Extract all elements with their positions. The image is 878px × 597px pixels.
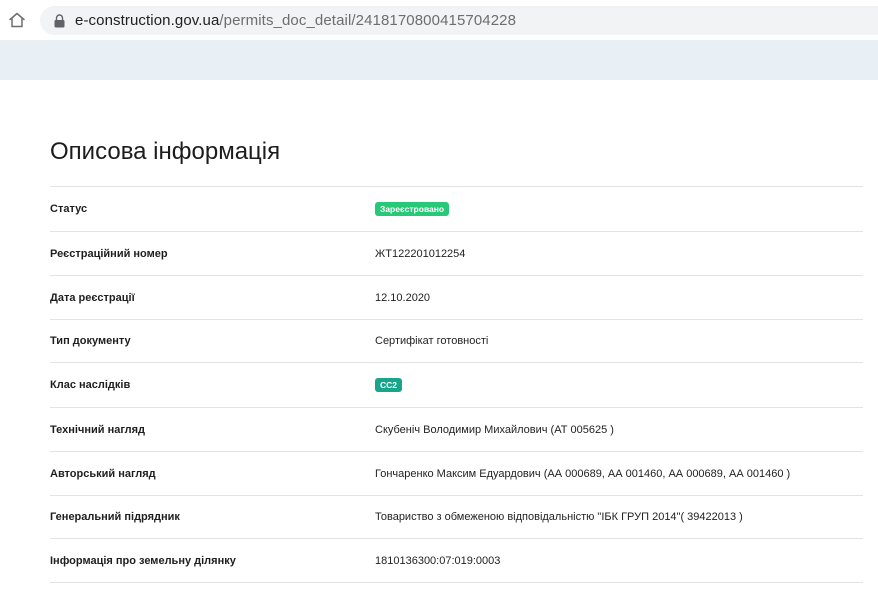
table-row-technical-supervision: Технічний нагляд Скубеніч Володимир Миха… bbox=[50, 408, 863, 452]
row-value: Скубеніч Володимир Михайлович (АТ 005625… bbox=[375, 423, 614, 436]
table-row-author-supervision: Авторський нагляд Гончаренко Максим Едуа… bbox=[50, 452, 863, 496]
home-icon bbox=[9, 12, 25, 28]
browser-toolbar: e-construction.gov.ua/permits_doc_detail… bbox=[0, 0, 878, 40]
info-table: Статус Зареєстровано Реєстраційний номер… bbox=[50, 186, 863, 583]
class-badge: СС2 bbox=[375, 378, 403, 392]
page-title: Описова інформація bbox=[50, 138, 281, 165]
table-row-status: Статус Зареєстровано bbox=[50, 187, 863, 232]
row-label: Статус bbox=[50, 203, 88, 215]
row-value: 1810136300:07:019:0003 bbox=[375, 554, 501, 567]
home-button[interactable] bbox=[6, 9, 28, 31]
url-text[interactable]: e-construction.gov.ua/permits_doc_detail… bbox=[75, 12, 516, 29]
row-value: Товариство з обмеженою відповідальністю … bbox=[375, 511, 743, 523]
row-label: Дата реєстрації bbox=[50, 291, 135, 304]
table-row-document-type: Тип документу Сертифікат готовності bbox=[50, 320, 863, 363]
row-value: 12.10.2020 bbox=[375, 291, 431, 304]
row-value: Сертифікат готовності bbox=[375, 335, 489, 347]
row-label: Тип документу bbox=[50, 335, 131, 347]
row-label: Клас наслідків bbox=[50, 379, 131, 391]
table-row-registration-date: Дата реєстрації 12.10.2020 bbox=[50, 276, 863, 320]
row-value: Зареєстровано bbox=[375, 202, 450, 216]
row-label: Реєстраційний номер bbox=[50, 247, 168, 260]
url-path: /permits_doc_detail/2418170800415704228 bbox=[219, 12, 517, 29]
status-badge: Зареєстровано bbox=[375, 202, 450, 216]
table-row-registration-number: Реєстраційний номер ЖТ122201012254 bbox=[50, 232, 863, 276]
table-row-land-plot-info: Інформація про земельну ділянку 18101363… bbox=[50, 539, 863, 583]
site-header-band bbox=[0, 40, 878, 80]
url-domain: e-construction.gov.ua bbox=[75, 12, 220, 29]
row-label: Генеральний підрядник bbox=[50, 511, 180, 523]
row-label: Інформація про земельну ділянку bbox=[50, 554, 236, 567]
row-value: ЖТ122201012254 bbox=[375, 247, 466, 260]
row-label: Технічний нагляд bbox=[50, 423, 146, 436]
table-row-consequence-class: Клас наслідків СС2 bbox=[50, 363, 863, 408]
row-value: СС2 bbox=[375, 378, 403, 392]
table-row-general-contractor: Генеральний підрядник Товариство з обмеж… bbox=[50, 496, 863, 539]
lock-icon[interactable] bbox=[52, 13, 66, 29]
address-bar[interactable]: e-construction.gov.ua/permits_doc_detail… bbox=[40, 6, 878, 35]
row-label: Авторський нагляд bbox=[50, 467, 156, 480]
row-value: Гончаренко Максим Едуардович (АА 000689,… bbox=[375, 467, 791, 480]
